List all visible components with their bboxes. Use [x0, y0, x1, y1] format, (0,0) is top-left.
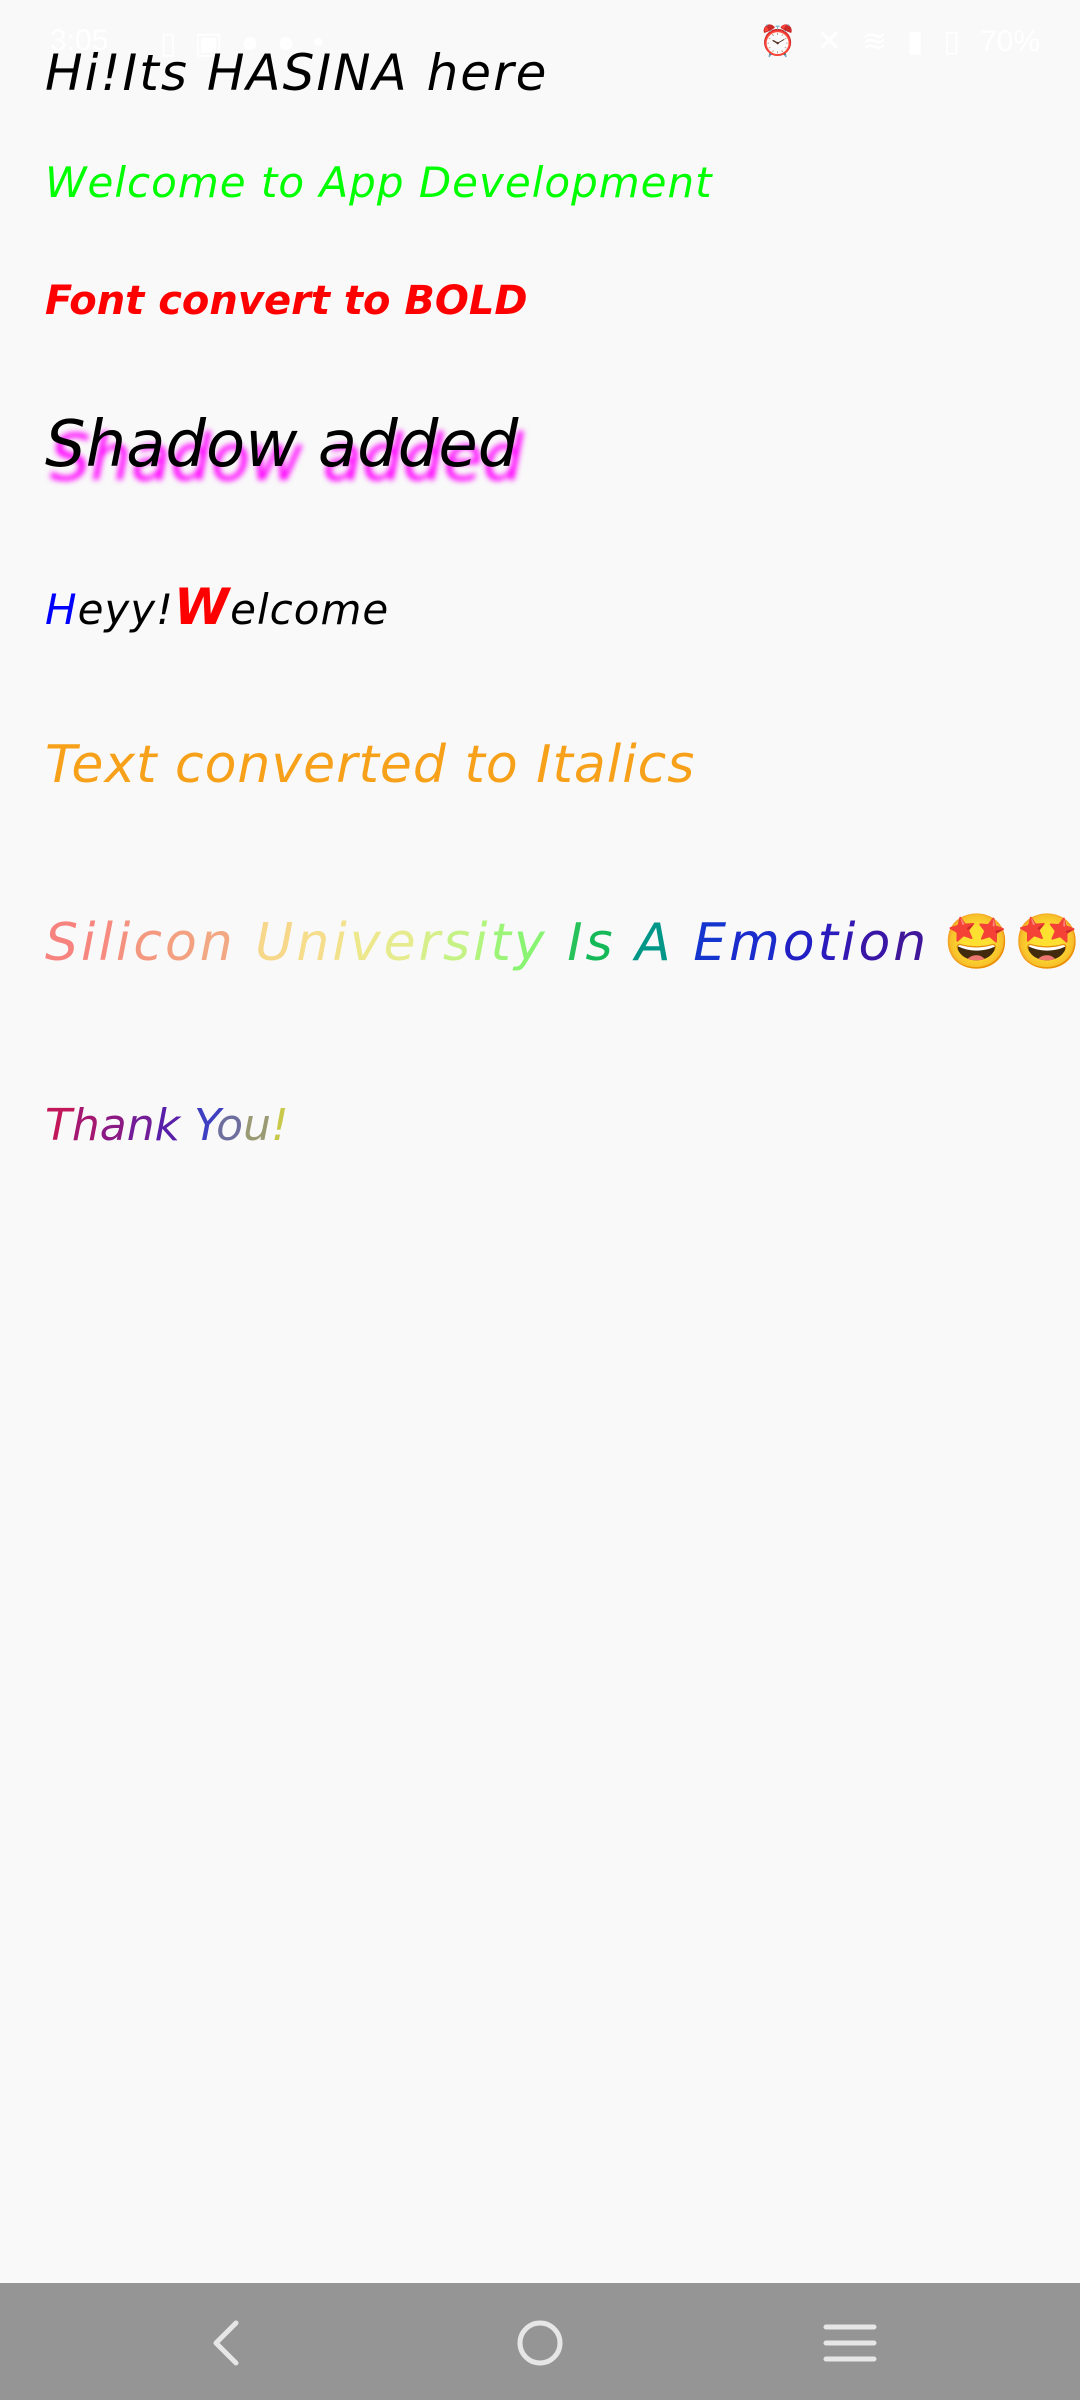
rainbow-letter: y: [513, 913, 548, 973]
rainbow-letter: s: [585, 913, 616, 973]
rainbow-letter: [616, 913, 636, 973]
battery-percent: 70%: [979, 24, 1040, 58]
rainbow-letter: A: [635, 913, 674, 973]
rainbow-letter: r: [418, 913, 443, 973]
rainbow-letter: m: [729, 913, 783, 973]
home-icon[interactable]: [510, 2313, 570, 2373]
rainbow-letter: n: [893, 913, 930, 973]
greeting-text: Hi!Its HASINA here: [45, 44, 549, 102]
navigation-bar: [0, 2283, 1080, 2400]
star-struck-emoji: 🤩🤩: [943, 910, 1080, 973]
rainbow-letter: n: [296, 913, 333, 973]
rainbow-letter: i: [81, 913, 99, 973]
menu-icon[interactable]: [820, 2313, 880, 2373]
alarm-icon: ⏰: [759, 25, 797, 58]
thank-you-letter: [180, 1100, 194, 1151]
welcome-text: Welcome to App Development: [45, 158, 713, 207]
thank-you-letter: !: [270, 1100, 289, 1151]
heyy-welcome-text: Heyy!Welcome: [45, 578, 389, 636]
welcome-rest: elcome: [230, 585, 390, 634]
rainbow-letter: s: [442, 913, 474, 973]
rainbow-letter: [548, 913, 568, 973]
rainbow-letter: I: [567, 913, 586, 973]
rainbow-letters: Silicon University Is A Emotion: [45, 913, 929, 973]
rainbow-letter: i: [841, 913, 859, 973]
system-icons: ⏰ ✕ ≋ ▮ ▯ 70%: [759, 24, 1040, 59]
thank-you-letter: o: [216, 1100, 244, 1151]
italics-text: Text converted to Italics: [45, 735, 696, 795]
shadow-text: Shadow added: [45, 408, 519, 482]
rainbow-letter: U: [255, 913, 297, 973]
mute-icon: ✕: [816, 25, 842, 58]
rainbow-letter: t: [817, 913, 842, 973]
rainbow-letter: i: [473, 913, 491, 973]
rainbow-letter: S: [45, 913, 82, 973]
rainbow-letter: e: [383, 913, 419, 973]
wifi-icon: ≋: [861, 25, 887, 58]
rainbow-text: Silicon University Is A Emotion 🤩🤩: [45, 910, 1080, 974]
rainbow-letter: c: [133, 913, 165, 973]
heyy-first-letter: H: [45, 585, 78, 634]
rainbow-letter: l: [98, 913, 116, 973]
battery-icon: ▯: [943, 25, 960, 58]
thank-you-letter: k: [154, 1100, 181, 1151]
thank-you-letter: u: [243, 1100, 271, 1151]
rainbow-letter: o: [164, 913, 200, 973]
thank-you-letter: h: [71, 1100, 100, 1151]
signal-icon: ▮: [906, 25, 924, 58]
thank-you-letter: T: [45, 1100, 72, 1151]
thank-you-letter: a: [99, 1100, 127, 1151]
back-icon[interactable]: [198, 2313, 258, 2373]
rainbow-letter: i: [115, 913, 134, 973]
rainbow-letter: [674, 913, 694, 973]
welcome-first-letter: W: [173, 578, 231, 636]
rainbow-letter: t: [490, 913, 514, 973]
rainbow-letter: o: [782, 913, 818, 973]
rainbow-letter: [236, 913, 256, 973]
rainbow-letter: o: [858, 913, 894, 973]
thank-you-letter: Y: [194, 1100, 217, 1151]
rainbow-letter: E: [693, 913, 730, 973]
thank-you-letters: Thank You!: [45, 1100, 289, 1151]
thank-you-letter: n: [126, 1100, 155, 1151]
rainbow-letter: i: [332, 913, 350, 973]
heyy-rest: eyy!: [77, 585, 174, 634]
rainbow-letter: v: [349, 913, 384, 973]
bold-text: Font convert to BOLD: [45, 278, 528, 324]
rainbow-letter: n: [199, 913, 236, 973]
thank-you-text: Thank You!: [45, 1100, 289, 1151]
